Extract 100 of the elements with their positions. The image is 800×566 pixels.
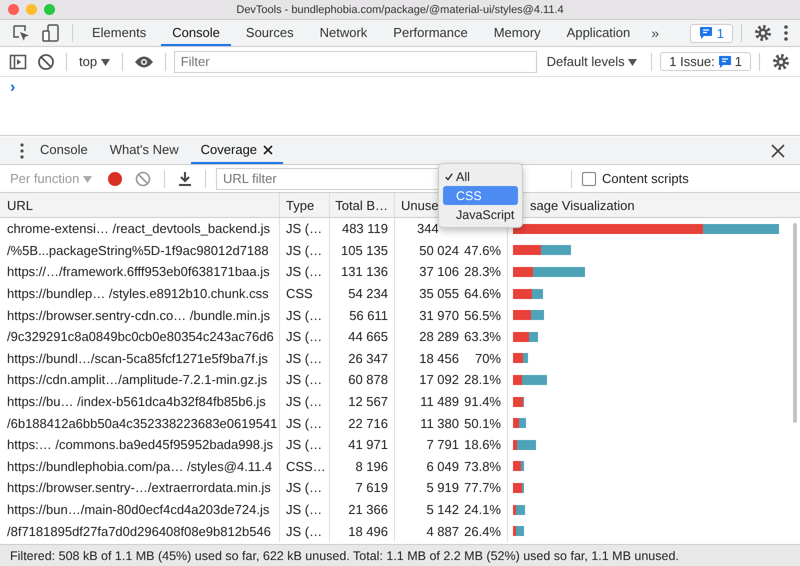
table-cell: JS (… xyxy=(280,304,330,326)
table-cell: https:… /commons.ba9ed45f95952bada998.js xyxy=(0,434,280,456)
table-cell: /6b188412a6bb50a4c352338223683e0619541 xyxy=(0,412,280,434)
panel-tab[interactable]: Performance xyxy=(382,20,479,46)
caret-icon xyxy=(628,59,638,66)
panel-tab[interactable]: Elements xyxy=(81,20,158,46)
panel-tab[interactable]: Console xyxy=(161,20,231,46)
table-cell: 17 092 xyxy=(419,372,459,388)
drawer-tab[interactable]: Coverage xyxy=(190,137,284,164)
table-cell: JS (… xyxy=(280,348,330,370)
table-cell: chrome-extensi… /react_devtools_backend.js xyxy=(0,218,280,240)
content-scripts-checkbox[interactable] xyxy=(582,172,596,186)
table-cell-text: 91.4% xyxy=(463,394,501,410)
issues-button[interactable]: 1 Issue: 1 xyxy=(660,52,751,71)
column-header[interactable]: URL xyxy=(0,193,280,217)
table-cell-text: 77.7% xyxy=(463,480,501,496)
table-cell-text: 18.6% xyxy=(463,437,501,452)
settings-icon[interactable] xyxy=(771,52,791,72)
table-cell: 344 xyxy=(417,221,439,236)
table-cell: 8 196 xyxy=(330,456,395,478)
table-cell-text: 28.3% xyxy=(463,264,501,280)
caret-icon xyxy=(100,59,110,66)
table-cell: JS (… xyxy=(280,434,330,456)
menu-item[interactable]: All xyxy=(443,167,518,186)
message-icon xyxy=(698,26,713,40)
inspect-icon[interactable] xyxy=(11,23,31,43)
message-icon xyxy=(718,54,732,68)
table-cell: https://bu… /index-b561dca4b32f84fb85b6.js xyxy=(0,390,280,412)
usage-bar xyxy=(513,288,543,299)
table-cell: 7 791 xyxy=(426,437,459,452)
more-options-icon[interactable] xyxy=(783,23,789,43)
clear-icon[interactable] xyxy=(37,52,55,70)
table-cell: 35 055 xyxy=(419,286,459,302)
table-cell: 22 716 xyxy=(330,412,395,434)
table-cell-text: 28.1% xyxy=(463,372,501,388)
panel-tab[interactable]: Application xyxy=(556,20,642,46)
table-cell: JS (… xyxy=(280,240,330,262)
status-bar: Filtered: 508 kB of 1.1 MB (45%) used so far, 622 kB unused. Total: 1.1 MB of 2.2 MB (52%) used so far, 1.1 MB unused. xyxy=(0,544,800,566)
scrollbar[interactable] xyxy=(793,223,797,423)
table-cell: 7 619 xyxy=(330,477,395,499)
menu-item[interactable]: JavaScript xyxy=(443,205,518,224)
table-cell-text: 73.8% xyxy=(463,458,501,474)
table-cell-text: 56.5% xyxy=(463,308,501,323)
usage-bar xyxy=(513,461,524,472)
column-header[interactable]: Type xyxy=(280,193,330,217)
close-tab-icon[interactable] xyxy=(263,144,274,154)
drawer-tab[interactable]: What's New xyxy=(100,137,189,164)
table-cell: CSS xyxy=(280,282,330,304)
table-cell-text: 26.4% xyxy=(463,524,501,539)
table-cell: 5 142 xyxy=(426,502,459,518)
table-cell: JS (… xyxy=(280,520,330,542)
table-cell-text: 70% xyxy=(474,350,501,366)
usage-bar xyxy=(513,526,524,536)
table-cell: 50 024 xyxy=(419,242,459,258)
table-cell: JS (… xyxy=(280,390,330,412)
close-icon[interactable] xyxy=(771,144,785,158)
usage-bar xyxy=(513,418,526,428)
download-icon[interactable] xyxy=(178,170,192,186)
panel-tab[interactable]: Network xyxy=(308,20,378,46)
messages-button[interactable]: 1 xyxy=(690,24,733,42)
table-cell: JS (… xyxy=(280,477,330,499)
table-cell: JS (… xyxy=(280,498,330,520)
table-cell: CSS… xyxy=(280,456,330,478)
drawer-tab[interactable]: Console xyxy=(30,137,98,164)
panel-tab[interactable]: Memory xyxy=(482,20,552,46)
table-cell: 26 347 xyxy=(330,348,395,370)
drawer-menu-icon[interactable] xyxy=(19,142,25,160)
device-icon[interactable] xyxy=(41,23,61,43)
table-cell: 31 970 xyxy=(419,308,459,323)
table-cell-text: 47.6% xyxy=(463,242,501,258)
table-cell-text: 50.1% xyxy=(463,416,501,431)
usage-bar xyxy=(513,504,525,515)
more-tabs[interactable]: » xyxy=(645,25,666,41)
usage-bar xyxy=(513,353,528,364)
usage-bar xyxy=(513,332,538,342)
eye-icon[interactable] xyxy=(134,54,154,68)
table-cell: 105 135 xyxy=(330,240,395,262)
table-cell: 131 136 xyxy=(330,261,395,283)
table-cell: 60 878 xyxy=(330,369,395,391)
table-cell: JS (… xyxy=(280,326,330,348)
table-cell: 37 106 xyxy=(419,264,459,280)
table-cell: https://cdn.amplit…/amplitude-7.2.1-min.gz.js xyxy=(0,369,280,391)
column-header[interactable]: Total B… xyxy=(330,193,395,217)
checkbox-label[interactable]: Content scripts xyxy=(602,171,689,186)
table-cell: 4 887 xyxy=(426,524,459,539)
table-cell: JS (… xyxy=(280,369,330,391)
sidebar-toggle-icon[interactable] xyxy=(9,52,27,70)
filter-field[interactable]: Filter xyxy=(174,50,537,72)
table-cell: 12 567 xyxy=(330,390,395,412)
record-icon[interactable] xyxy=(107,170,123,186)
usage-bar xyxy=(513,440,536,450)
settings-icon[interactable] xyxy=(753,23,773,43)
usage-bar xyxy=(513,310,544,320)
console-prompt[interactable]: › xyxy=(10,79,16,96)
context-select[interactable]: top xyxy=(75,54,114,69)
panel-tab[interactable]: Sources xyxy=(234,20,305,46)
table-cell: 5 919 xyxy=(426,480,459,496)
levels-select[interactable]: Default levels xyxy=(540,54,644,69)
table-cell: 18 496 xyxy=(330,520,395,542)
window-title: DevTools - bundlephobia.com/package/@material-ui/styles@4.11.4 xyxy=(235,4,565,16)
